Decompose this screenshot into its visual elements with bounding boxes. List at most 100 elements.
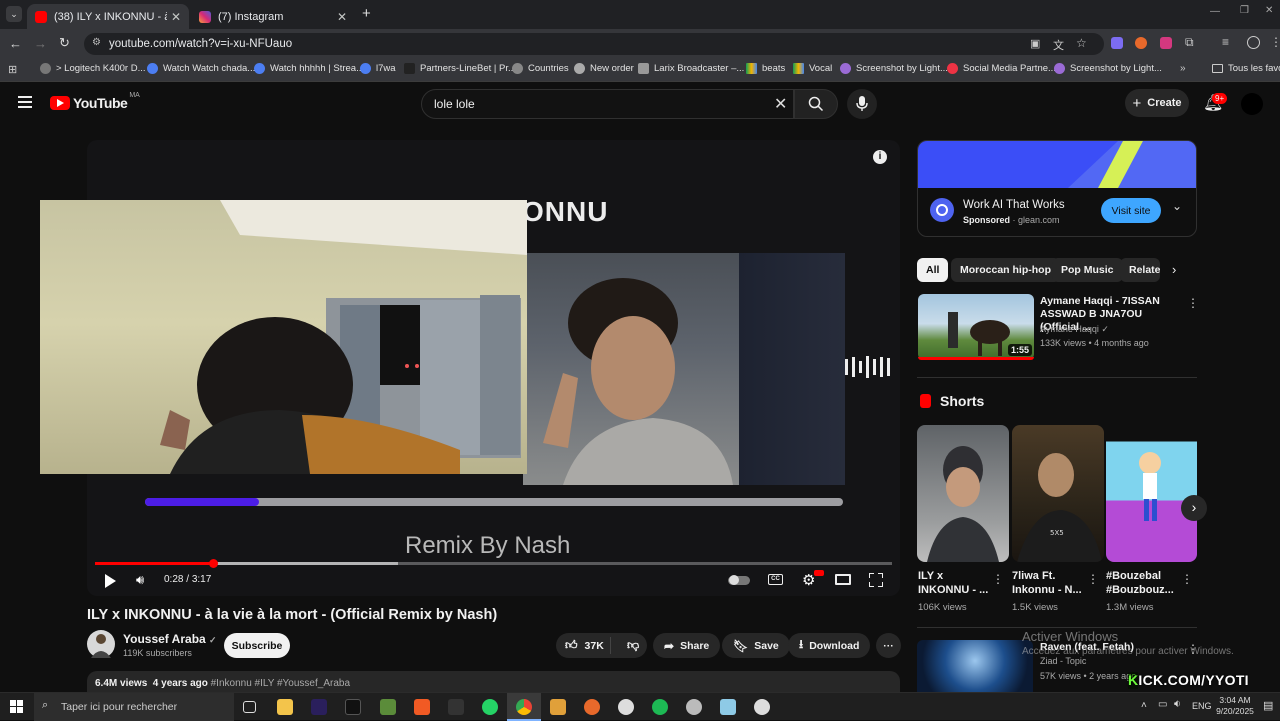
- language-indicator[interactable]: ENG: [1192, 701, 1212, 711]
- chips-next-icon[interactable]: ›: [1172, 262, 1176, 277]
- translate-icon[interactable]: 文: [1053, 37, 1064, 53]
- channel-avatar[interactable]: [87, 630, 115, 658]
- tab-youtube[interactable]: (38) ILY x INKONNU - à la vie à ✕: [27, 4, 189, 29]
- microphone-app-icon[interactable]: [584, 699, 600, 715]
- volume-icon[interactable]: 🔊︎: [136, 572, 144, 588]
- extensions-puzzle-icon[interactable]: ⧉: [1185, 35, 1194, 50]
- minecraft-icon[interactable]: [380, 699, 396, 715]
- voice-search-button[interactable]: [847, 89, 877, 119]
- short-title[interactable]: #Bouzebal #Bouzbouz...: [1106, 569, 1178, 597]
- autoplay-toggle[interactable]: [728, 575, 750, 585]
- file-explorer-icon[interactable]: [277, 699, 293, 715]
- more-vert-icon[interactable]: ⋮: [1181, 572, 1193, 586]
- extension-icon[interactable]: [1135, 37, 1147, 49]
- search-button[interactable]: [794, 89, 838, 119]
- app-icon[interactable]: [686, 699, 702, 715]
- bookmark-item[interactable]: Vocal: [793, 63, 832, 74]
- more-vert-icon[interactable]: ⋮: [1087, 572, 1099, 586]
- bookmark-item[interactable]: Screenshot by Light...: [840, 63, 948, 74]
- extension-icon[interactable]: [1111, 37, 1123, 49]
- extension-icon[interactable]: [1160, 37, 1172, 49]
- profile-icon[interactable]: [1247, 36, 1260, 49]
- more-bookmarks-icon[interactable]: »: [1180, 63, 1186, 74]
- bookmark-item[interactable]: l7wa: [360, 63, 396, 74]
- theater-mode-button[interactable]: [835, 574, 851, 585]
- chrome-menu-icon[interactable]: ⋮: [1270, 35, 1280, 49]
- visit-site-button[interactable]: Visit site: [1101, 198, 1161, 223]
- short-thumbnail[interactable]: [917, 425, 1009, 562]
- chrome-icon[interactable]: [516, 699, 532, 715]
- share-button[interactable]: ➦ Share: [653, 633, 721, 658]
- url-input[interactable]: ⚙ youtube.com/watch?v=i-xu-NFUauo ▣ 文 ☆: [84, 33, 1104, 55]
- hamburger-menu-icon[interactable]: [18, 96, 32, 108]
- whatsapp-icon[interactable]: [482, 699, 498, 715]
- info-icon[interactable]: i: [873, 150, 887, 164]
- network-icon[interactable]: ▭: [1158, 699, 1167, 710]
- spotify-icon[interactable]: [652, 699, 668, 715]
- short-thumbnail[interactable]: [1106, 425, 1197, 562]
- back-icon[interactable]: ←: [9, 36, 22, 51]
- tab-instagram[interactable]: (7) Instagram ✕: [191, 4, 355, 29]
- epic-games-icon[interactable]: [448, 699, 464, 715]
- hashtags[interactable]: #Inkonnu #ILY #Youssef_Araba: [211, 678, 350, 689]
- restore-icon[interactable]: ❐: [1240, 5, 1249, 16]
- bookmark-item[interactable]: Watch Watch chada...: [147, 63, 255, 74]
- more-vert-icon[interactable]: ⋮: [1187, 296, 1199, 310]
- notepad-icon[interactable]: [720, 699, 736, 715]
- chevron-down-icon[interactable]: ⌄: [1172, 199, 1182, 213]
- reload-icon[interactable]: ↻: [59, 35, 70, 51]
- minimize-icon[interactable]: —: [1210, 6, 1220, 17]
- site-info-icon[interactable]: ⚙: [92, 37, 101, 48]
- close-window-icon[interactable]: ✕: [1265, 5, 1273, 16]
- chip-all[interactable]: All: [917, 258, 949, 282]
- dislike-button[interactable]: 👎︎: [617, 638, 639, 653]
- obs-icon[interactable]: [618, 699, 634, 715]
- chip-moroccan-hip-hop[interactable]: Moroccan hip-hop: [951, 258, 1060, 282]
- short-title[interactable]: 7liwa Ft. Inkonnu - N...: [1012, 569, 1084, 597]
- shorts-next-button[interactable]: ›: [1181, 495, 1207, 521]
- premiere-icon[interactable]: [311, 699, 327, 715]
- bookmark-item[interactable]: Screenshot by Light...: [1054, 63, 1162, 74]
- forward-icon[interactable]: →: [34, 36, 47, 51]
- tray-overflow-icon[interactable]: ˄: [1141, 700, 1147, 711]
- media-controls-icon[interactable]: ≡: [1222, 35, 1229, 49]
- bookmark-item[interactable]: beats: [746, 63, 785, 74]
- recommended-channel[interactable]: Aymane Haqqi ✓: [1040, 324, 1109, 335]
- create-button[interactable]: + Create: [1125, 89, 1189, 117]
- more-actions-button[interactable]: ···: [876, 633, 901, 658]
- taskbar-search-input[interactable]: ⌕ Taper ici pour rechercher: [34, 693, 234, 721]
- bookmark-item[interactable]: Watch hhhhh | Strea...: [254, 63, 364, 74]
- install-icon[interactable]: ▣: [1030, 37, 1040, 50]
- download-button[interactable]: ⭳ Download: [788, 633, 871, 658]
- notification-center-icon[interactable]: ▤: [1263, 699, 1273, 712]
- short-title[interactable]: ILY x INKONNU - ...: [918, 569, 990, 597]
- media-player-icon[interactable]: [754, 699, 770, 715]
- bookmark-star-icon[interactable]: ☆: [1076, 36, 1087, 50]
- channel-name[interactable]: Youssef Araba ✓: [123, 632, 217, 646]
- task-view-icon[interactable]: [243, 701, 256, 713]
- app-icon[interactable]: [550, 699, 566, 715]
- captions-button[interactable]: CC: [768, 574, 783, 585]
- bookmark-item[interactable]: Countries: [512, 63, 569, 74]
- all-bookmarks-folder[interactable]: Tous les favori: [1212, 63, 1280, 74]
- sponsored-ad[interactable]: Work AI That Works Sponsored · glean.com…: [917, 140, 1197, 237]
- short-thumbnail[interactable]: 5X5: [1012, 425, 1104, 562]
- seek-handle[interactable]: [208, 559, 218, 568]
- chip-pop-music[interactable]: Pop Music: [1052, 258, 1123, 282]
- apps-grid-icon[interactable]: ⊞: [8, 63, 17, 76]
- search-input[interactable]: lole lole ✕: [421, 89, 794, 119]
- like-button[interactable]: 👍︎ 37K: [556, 637, 611, 654]
- brave-icon[interactable]: [414, 699, 430, 715]
- speaker-icon[interactable]: 🔉︎: [1174, 698, 1181, 711]
- close-tab-icon[interactable]: ✕: [337, 10, 347, 24]
- more-vert-icon[interactable]: ⋮: [992, 572, 1004, 586]
- tiktok-icon[interactable]: [345, 699, 361, 715]
- clear-search-icon[interactable]: ✕: [774, 94, 787, 114]
- tab-search-button[interactable]: ⌄: [6, 6, 22, 22]
- next-video-channel[interactable]: Ziad - Topic: [1040, 656, 1086, 666]
- bookmark-item[interactable]: Partners-LineBet | Pr...: [404, 63, 516, 74]
- close-tab-icon[interactable]: ✕: [171, 10, 181, 24]
- next-video-thumbnail[interactable]: [917, 640, 1033, 692]
- windows-start-icon[interactable]: [10, 700, 23, 713]
- subscribe-button[interactable]: Subscribe: [224, 633, 290, 658]
